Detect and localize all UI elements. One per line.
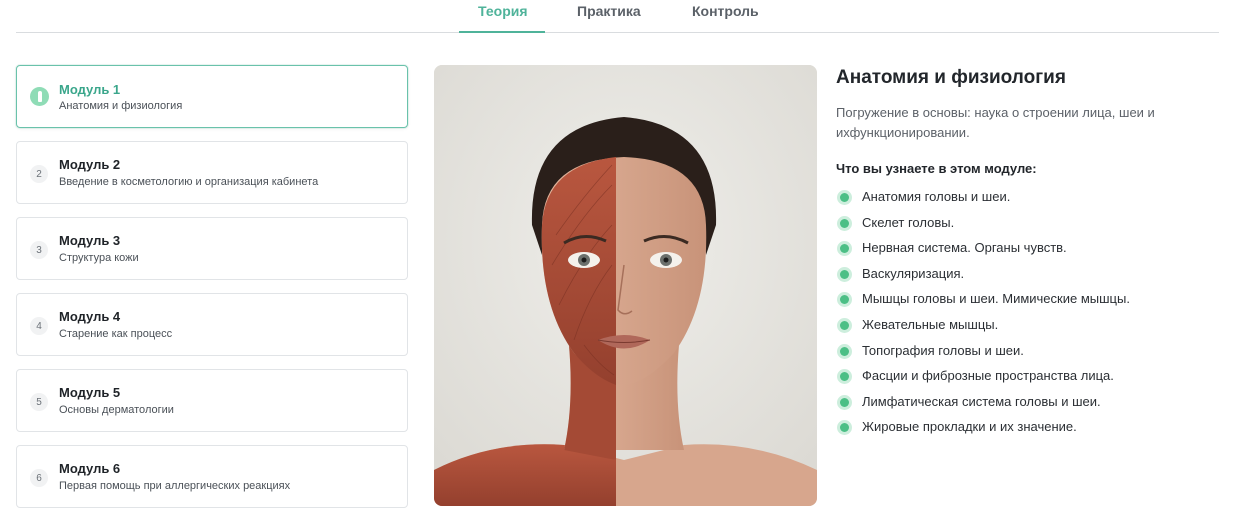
module-subtitle: Первая помощь при аллергических реакциях: [59, 480, 291, 492]
module-card-4[interactable]: 4 Модуль 4 Старение как процесс: [16, 293, 408, 356]
topic-text: Мышцы головы и шеи. Мимические мышцы.: [862, 291, 1130, 307]
half-face-muscle-illustration: [434, 65, 817, 506]
module-card-2[interactable]: 2 Модуль 2 Введение в косметологию и орг…: [16, 141, 408, 204]
module-number: 6: [30, 469, 48, 487]
module-title: Модуль 4: [59, 309, 121, 324]
list-item: Скелет головы.: [836, 214, 1216, 240]
module-number: 5: [30, 393, 48, 411]
learn-heading: Что вы узнаете в этом модуле:: [836, 161, 1037, 176]
module-title: Модуль 5: [59, 385, 121, 400]
tab-theory[interactable]: Теория: [478, 3, 528, 19]
bullet-icon: [837, 369, 852, 385]
module-number: 4: [30, 317, 48, 335]
topic-text: Васкуляризация.: [862, 265, 965, 281]
topic-text: Фасции и фиброзные пространства лица.: [862, 368, 1114, 384]
topic-text: Скелет головы.: [862, 214, 955, 230]
bullet-icon: [837, 317, 852, 333]
tab-practice[interactable]: Практика: [577, 3, 641, 19]
list-item: Мышцы головы и шеи. Мимические мышцы.: [836, 290, 1216, 316]
topic-text: Топография головы и шеи.: [862, 342, 1024, 358]
module-card-5[interactable]: 5 Модуль 5 Основы дерматологии: [16, 369, 408, 432]
module-list: Модуль 1 Анатомия и физиология 2 Модуль …: [16, 65, 408, 508]
list-item: Васкуляризация.: [836, 265, 1216, 291]
bullet-icon: [837, 215, 852, 231]
topic-text: Анатомия головы и шеи.: [862, 189, 1011, 204]
module-subtitle: Структура кожи: [59, 252, 139, 264]
bullet-icon: [837, 292, 852, 308]
bullet-icon: [837, 343, 852, 359]
topic-text: Лимфатическая система головы и шеи.: [862, 393, 1101, 409]
list-item: Жировые прокладки и их значение.: [836, 418, 1216, 444]
module-subtitle: Старение как процесс: [59, 328, 173, 340]
list-item: Фасции и фиброзные пространства лица.: [836, 367, 1216, 393]
topic-text: Жевательные мышцы.: [862, 316, 999, 332]
module-card-3[interactable]: 3 Модуль 3 Структура кожи: [16, 217, 408, 280]
module-subtitle: Введение в косметологию и организация ка…: [59, 176, 319, 188]
bullet-icon: [837, 266, 852, 282]
module-card-6[interactable]: 6 Модуль 6 Первая помощь при аллергическ…: [16, 445, 408, 508]
list-item: Жевательные мышцы.: [836, 316, 1216, 342]
module-title: Модуль 6: [59, 461, 121, 476]
module-card-1[interactable]: Модуль 1 Анатомия и физиология: [16, 65, 408, 128]
bullet-icon: [837, 394, 852, 410]
active-tab-indicator: [459, 31, 545, 33]
list-item: Топография головы и шеи.: [836, 342, 1216, 368]
module-title: Модуль 1: [59, 82, 121, 97]
list-item: Лимфатическая система головы и шеи.: [836, 393, 1216, 419]
tab-control[interactable]: Контроль: [692, 3, 759, 19]
list-item: Анатомия головы и шеи.: [836, 188, 1216, 214]
module-subtitle: Основы дерматологии: [59, 404, 174, 416]
bullet-icon: [837, 420, 852, 436]
module-number: 3: [30, 241, 48, 259]
bullet-icon: [837, 241, 852, 257]
module-status-badge: [30, 87, 49, 106]
module-subtitle: Анатомия и физиология: [59, 100, 183, 112]
module-title: Модуль 2: [59, 157, 121, 172]
module-detail-title: Анатомия и физиология: [836, 67, 1066, 88]
topic-text: Нервная система. Органы чувств.: [862, 240, 1067, 256]
bullet-icon: [837, 190, 852, 205]
topic-list: Анатомия головы и шеи. Скелет головы. Не…: [836, 188, 1216, 444]
module-title: Модуль 3: [59, 233, 121, 248]
knife-icon: [37, 91, 42, 102]
module-number: 2: [30, 165, 48, 183]
module-detail-description: Погружение в основы: наука о строении ли…: [836, 105, 1155, 140]
list-item: Нервная система. Органы чувств.: [836, 239, 1216, 265]
tab-bar: Теория Практика Контроль: [16, 0, 1219, 33]
module-detail-panel: Анатомия и физиология Погружение в основ…: [836, 67, 1216, 444]
anatomy-face-image: [434, 65, 817, 506]
topic-text: Жировые прокладки и их значение.: [862, 419, 1077, 435]
